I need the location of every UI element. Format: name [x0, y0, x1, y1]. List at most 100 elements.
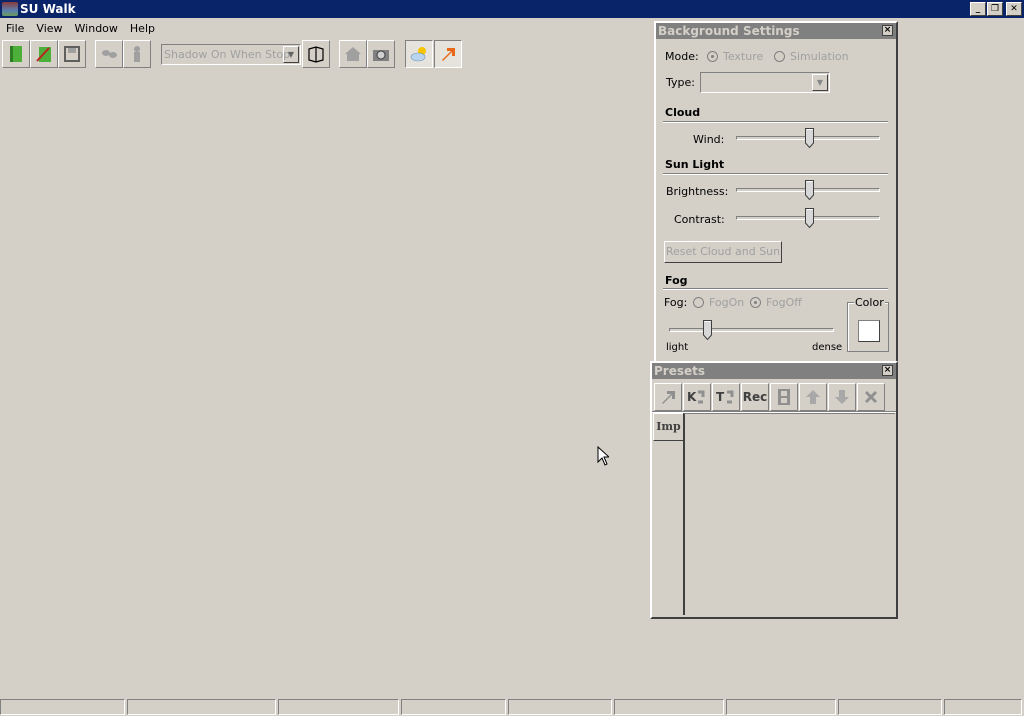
- menu-file[interactable]: File: [0, 22, 30, 35]
- sun-cloud-icon: [410, 47, 426, 62]
- menu-view[interactable]: View: [30, 22, 68, 35]
- divider: [663, 173, 888, 175]
- home-view-button[interactable]: [339, 40, 367, 68]
- title-bar: SU Walk _ ❐ ✕: [0, 0, 1024, 18]
- status-segment: [278, 699, 399, 715]
- panel-title-bar[interactable]: Presets ×: [652, 363, 896, 379]
- floppy-icon: [64, 46, 80, 62]
- open-model-button[interactable]: [2, 40, 30, 68]
- preset-tool-label: K: [687, 390, 697, 404]
- fog-on-radio[interactable]: [693, 297, 704, 308]
- window-title: SU Walk: [20, 2, 76, 16]
- preset-film-button[interactable]: [770, 383, 798, 411]
- app-icon: [2, 2, 18, 16]
- status-bar: [0, 697, 1024, 716]
- shadow-mode-select[interactable]: Shadow On When Stop ▼: [161, 44, 301, 65]
- reset-cloud-sun-button[interactable]: Reset Cloud and Sun: [664, 241, 782, 263]
- fog-off-label: FogOff: [766, 296, 802, 309]
- import-button[interactable]: Imp: [653, 413, 684, 441]
- panel-title-bar[interactable]: Background Settings ×: [656, 23, 896, 39]
- go-icon: [662, 391, 675, 404]
- preset-record-button[interactable]: Rec: [741, 383, 769, 411]
- status-segment: [726, 699, 836, 715]
- shadow-mode-value: Shadow On When Stop: [164, 48, 291, 61]
- walk-button[interactable]: [95, 40, 123, 68]
- save-button[interactable]: [58, 40, 86, 68]
- house-icon: [345, 47, 361, 61]
- section-button[interactable]: [302, 40, 330, 68]
- mouse-cursor-icon: [597, 445, 611, 469]
- preset-up-button[interactable]: [799, 383, 827, 411]
- edit-model-button[interactable]: [30, 40, 58, 68]
- preset-keyframe-button[interactable]: K: [683, 383, 711, 411]
- mode-simulation-label: Simulation: [790, 50, 849, 63]
- mode-texture-label: Texture: [723, 50, 764, 63]
- delete-icon: [865, 391, 877, 403]
- close-icon[interactable]: ×: [882, 25, 893, 36]
- preset-down-button[interactable]: [828, 383, 856, 411]
- wind-slider[interactable]: [736, 128, 880, 149]
- camera-icon: [373, 50, 389, 61]
- status-segment: [508, 699, 612, 715]
- panel-title: Background Settings: [658, 24, 800, 38]
- chevron-down-icon[interactable]: ▼: [812, 74, 828, 91]
- panel-title: Presets: [654, 364, 706, 378]
- divider: [663, 288, 888, 290]
- fog-color-swatch[interactable]: [858, 320, 880, 342]
- down-icon: [835, 390, 849, 404]
- fog-light-label: light: [666, 342, 689, 353]
- contrast-label: Contrast:: [674, 213, 725, 226]
- close-button[interactable]: ✕: [1006, 2, 1022, 16]
- color-group: Color: [847, 296, 889, 352]
- slider-thumb[interactable]: [805, 180, 815, 201]
- chevron-down-icon[interactable]: ▼: [283, 46, 299, 63]
- person-button[interactable]: [123, 40, 151, 68]
- presets-panel: Presets × K T Rec Imp: [650, 361, 898, 619]
- menu-window[interactable]: Window: [69, 22, 124, 35]
- preset-tool-label: T: [716, 390, 725, 404]
- status-segment: [401, 699, 506, 715]
- type-select[interactable]: ▼: [700, 72, 830, 93]
- mode-label: Mode:: [665, 50, 699, 63]
- presets-button[interactable]: [434, 40, 462, 68]
- mode-texture-radio[interactable]: [707, 51, 718, 62]
- fog-header: Fog: [665, 274, 688, 287]
- status-segment: [127, 699, 276, 715]
- status-segment: [944, 699, 1022, 715]
- preset-tool-label: Rec: [742, 390, 768, 404]
- fog-density-slider[interactable]: [669, 320, 834, 341]
- menu-help[interactable]: Help: [124, 22, 161, 35]
- background-settings-panel: Background Settings × Mode: Texture Simul…: [654, 21, 898, 363]
- camera-button[interactable]: [367, 40, 395, 68]
- restore-button[interactable]: ❐: [987, 2, 1003, 16]
- preset-delete-button[interactable]: [857, 383, 885, 411]
- slider-thumb[interactable]: [805, 208, 815, 229]
- fog-dense-label: dense: [812, 342, 843, 353]
- box-outline-icon: [308, 46, 324, 63]
- sunlight-header: Sun Light: [665, 158, 725, 171]
- mode-simulation-radio[interactable]: [774, 51, 785, 62]
- contrast-slider[interactable]: [736, 208, 880, 229]
- brightness-slider[interactable]: [736, 180, 880, 201]
- cloud-header: Cloud: [665, 106, 701, 119]
- preset-go-button[interactable]: [654, 383, 682, 411]
- pencil-book-icon: [36, 47, 51, 62]
- brightness-label: Brightness:: [666, 185, 729, 198]
- fog-on-label: FogOn: [709, 296, 745, 309]
- background-button[interactable]: [405, 40, 433, 68]
- up-icon: [806, 390, 820, 404]
- type-label: Type:: [666, 76, 695, 89]
- minimize-button[interactable]: _: [970, 2, 986, 16]
- color-label: Color: [854, 296, 885, 309]
- preset-transition-button[interactable]: T: [712, 383, 740, 411]
- presets-list[interactable]: [683, 413, 895, 615]
- wind-label: Wind:: [693, 133, 725, 146]
- divider: [663, 121, 888, 123]
- orange-arrow-icon: [442, 48, 455, 61]
- status-segment: [838, 699, 942, 715]
- slider-thumb[interactable]: [702, 320, 712, 341]
- slider-thumb[interactable]: [805, 128, 815, 149]
- close-icon[interactable]: ×: [882, 365, 893, 376]
- footsteps-icon: [102, 50, 117, 58]
- fog-off-radio[interactable]: [750, 297, 761, 308]
